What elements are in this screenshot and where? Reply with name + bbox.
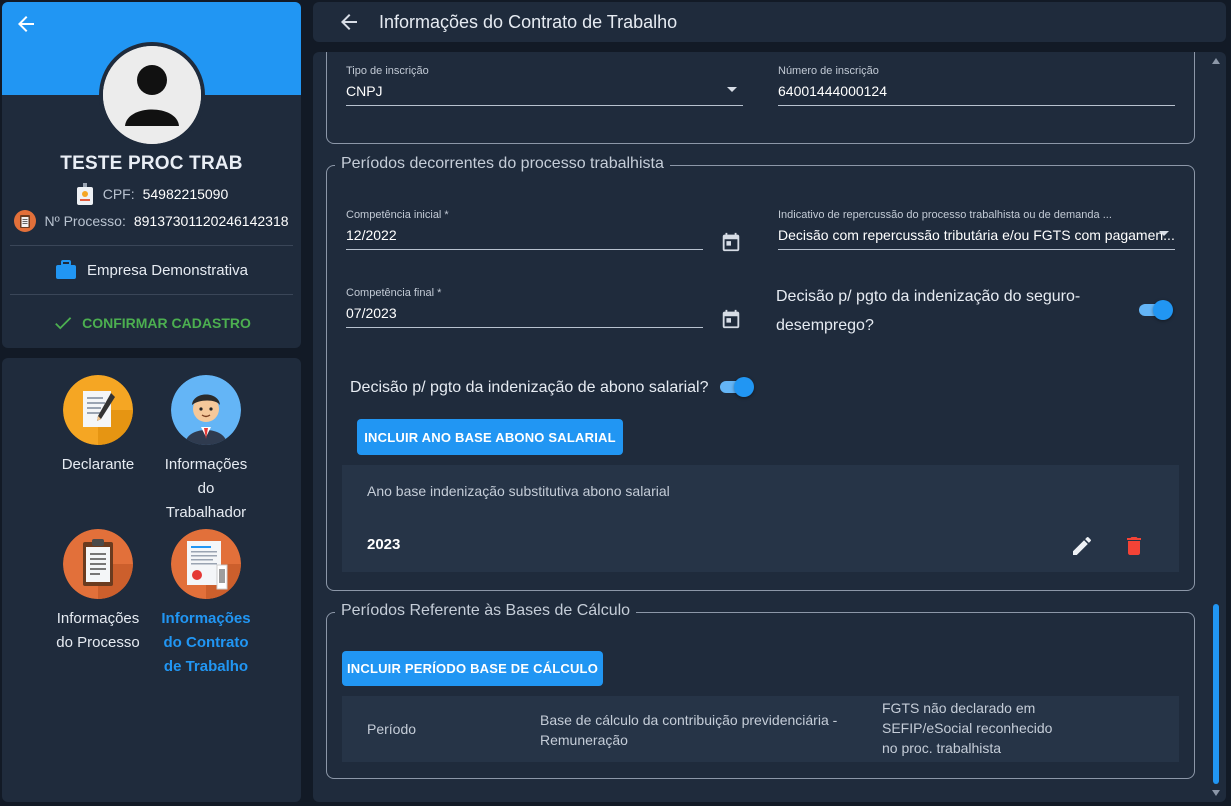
check-icon (55, 317, 72, 330)
abono-table: Ano base indenização substitutiva abono … (342, 465, 1179, 572)
seguro-desemprego-toggle[interactable] (1137, 300, 1173, 320)
process-clipboard-icon (14, 210, 37, 232)
delete-icon[interactable] (1122, 534, 1146, 558)
incluir-ano-base-abono-button[interactable]: INCLUIR ANO BASE ABONO SALARIAL (357, 419, 623, 455)
tipo-inscricao-select[interactable]: Tipo de inscrição CNPJ (346, 65, 743, 106)
scroll-down-icon[interactable] (1212, 788, 1220, 798)
competencia-inicial-field[interactable]: Competência inicial * 12/2022 (346, 209, 703, 250)
nav-item-contrato[interactable]: Informações do Contrato de Trabalho (156, 529, 256, 679)
field-label: Competência final * (346, 287, 442, 299)
incluir-periodo-base-button[interactable]: INCLUIR PERÍODO BASE DE CÁLCULO (342, 651, 603, 686)
chevron-down-icon (727, 87, 737, 92)
scrollbar-thumb[interactable] (1213, 604, 1219, 784)
divider (10, 294, 293, 295)
company-row: Empresa Demonstrativa (2, 260, 301, 280)
cpf-label: CPF: (102, 186, 135, 202)
field-label: Indicativo de repercussão do processo tr… (778, 209, 1112, 221)
clipboard-icon (63, 529, 133, 599)
calendar-icon[interactable] (720, 308, 742, 330)
main-panel: Tipo de inscrição CNPJ Número de inscriç… (313, 52, 1226, 802)
nav-item-processo[interactable]: Informações do Processo (48, 529, 148, 655)
document-pen-icon (63, 375, 133, 445)
competencia-inicial-value: 12/2022 (346, 227, 703, 250)
cpf-row: CPF: 54982215090 (2, 183, 301, 205)
tipo-inscricao-value: CNPJ (346, 83, 383, 99)
bases-calculo-section: Períodos Referente às Bases de Cálculo I… (326, 602, 1195, 779)
back-arrow-icon[interactable] (14, 12, 38, 36)
abono-salarial-toggle[interactable] (718, 377, 754, 397)
briefcase-icon (56, 260, 77, 279)
indicativo-repercussao-select[interactable]: Indicativo de repercussão do processo tr… (778, 209, 1175, 250)
nav-label: Informações do Contrato de Trabalho (161, 610, 251, 675)
contract-icon (171, 529, 241, 599)
toggle-knob (734, 377, 754, 397)
competencia-final-field[interactable]: Competência final * 07/2023 (346, 287, 703, 328)
inscricao-section: Tipo de inscrição CNPJ Número de inscriç… (326, 52, 1195, 144)
field-label: Competência inicial * (346, 209, 449, 221)
numero-inscricao-value: 64001444000124 (778, 83, 1175, 106)
field-label: Número de inscrição (778, 65, 879, 77)
nav-item-trabalhador[interactable]: Informações do Trabalhador (156, 375, 256, 525)
chevron-down-icon (1159, 231, 1169, 236)
numero-inscricao-field[interactable]: Número de inscrição 64001444000124 (778, 65, 1175, 106)
scrollbar[interactable] (1212, 56, 1220, 798)
section-legend: Períodos decorrentes do processo trabalh… (335, 155, 670, 173)
field-value: CNPJ (346, 83, 743, 106)
page-title: Informações do Contrato de Trabalho (379, 11, 678, 32)
divider (10, 245, 293, 246)
nav-label: Declarante (61, 456, 135, 473)
section-nav: Declarante Informações do Trabalhador In… (2, 358, 301, 802)
field-value: Decisão com repercussão tributária e/ou … (778, 227, 1175, 250)
profile-name: TESTE PROC TRAB (60, 153, 243, 174)
section-legend: Períodos Referente às Bases de Cálculo (335, 602, 637, 620)
col-periodo: Período (367, 721, 417, 737)
avatar (99, 42, 205, 148)
profile-card: TESTE PROC TRAB CPF: 54982215090 Nº Proc… (2, 2, 301, 348)
indicativo-value: Decisão com repercussão tributária e/ou … (778, 227, 1175, 243)
process-label: Nº Processo: (44, 213, 126, 229)
calendar-icon[interactable] (720, 231, 742, 253)
person-icon (103, 46, 201, 144)
cpf-value: 54982215090 (142, 186, 229, 202)
seguro-desemprego-question: Decisão p/ pgto da indenização do seguro… (776, 288, 1081, 334)
bases-table-header: Período Base de cálculo da contribuição … (342, 696, 1179, 762)
confirm-registration-button[interactable]: CONFIRMAR CADASTRO (2, 312, 301, 334)
competencia-final-value: 07/2023 (346, 305, 703, 328)
id-badge-icon (76, 183, 93, 205)
abono-salarial-question: Decisão p/ pgto da indenização de abono … (350, 379, 709, 396)
periodos-processo-section: Períodos decorrentes do processo trabalh… (326, 155, 1195, 591)
nav-label: Informações do Processo (56, 610, 140, 651)
scroll-up-icon[interactable] (1212, 56, 1220, 66)
process-value: 89137301120246142318 (133, 213, 289, 229)
worker-avatar-icon (171, 375, 241, 445)
nav-label: Informações do Trabalhador (164, 456, 248, 521)
col-fgts: FGTS não declarado em SEFIP/eSocial reco… (882, 700, 1053, 756)
edit-icon[interactable] (1070, 534, 1094, 558)
page-header: Informações do Contrato de Trabalho (313, 2, 1226, 42)
nav-item-declarante[interactable]: Declarante (48, 375, 148, 477)
col-base-calculo: Base de cálculo da contribuição previden… (540, 712, 838, 748)
table-cell-ano: 2023 (367, 536, 401, 553)
process-row: Nº Processo: 89137301120246142318 (2, 210, 301, 232)
company-name: Empresa Demonstrativa (87, 261, 248, 279)
field-label: Tipo de inscrição (346, 65, 429, 77)
table-header: Ano base indenização substitutiva abono … (367, 483, 670, 499)
confirm-label: CONFIRMAR CADASTRO (82, 315, 251, 331)
toggle-knob (1153, 300, 1173, 320)
back-arrow-icon[interactable] (337, 10, 361, 34)
